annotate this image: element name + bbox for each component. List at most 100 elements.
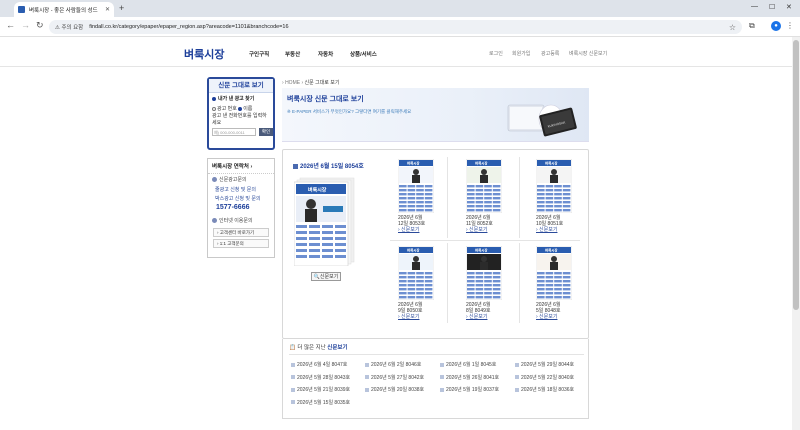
issue-thumbnail[interactable]: 벼룩시장: [465, 245, 503, 301]
browser-menu-icon[interactable]: ⋮: [786, 21, 794, 30]
my-ad-heading: 내가 낸 광고 찾기: [209, 96, 273, 103]
nav-cars[interactable]: 자동차: [318, 50, 333, 58]
issue-view-link[interactable]: › 신문보기: [398, 314, 438, 320]
archive-item[interactable]: 2026년 5월 19일 8037호: [440, 386, 499, 393]
login-link[interactable]: 로그인: [489, 50, 503, 57]
site-logo[interactable]: 벼룩시장: [184, 46, 224, 62]
masthead-text: 벼룩시장: [308, 187, 327, 194]
extensions-icon[interactable]: ⧉: [749, 21, 755, 31]
breadcrumb-home[interactable]: HOME: [285, 80, 300, 86]
ad-register-link[interactable]: 광고등록: [541, 50, 559, 57]
archive-item[interactable]: 2026년 6월 2일 8046호: [365, 361, 421, 368]
minimize-icon[interactable]: —: [751, 3, 758, 10]
radio-ad-label: 광고 번호: [217, 106, 237, 112]
archive-item[interactable]: 2026년 6월 1일 8045호: [440, 361, 496, 368]
archive-item[interactable]: 2026년 5월 27일 8042호: [365, 374, 424, 381]
radio-ad-number[interactable]: [212, 106, 216, 111]
view-newspaper-button[interactable]: 🔍신문보기: [311, 272, 341, 281]
archive-bullet-icon: [515, 375, 519, 380]
archive-item[interactable]: 2026년 5월 20일 8038호: [365, 386, 424, 393]
archive-bullet-icon: [515, 387, 519, 392]
issue-thumbnail[interactable]: 벼룩시장: [465, 158, 503, 214]
archive-item[interactable]: 2026년 6월 4일 8047호: [291, 361, 347, 368]
issue-thumbnail[interactable]: 벼룩시장: [397, 245, 435, 301]
issue-view-link[interactable]: › 신문보기: [536, 227, 576, 233]
browser-tab[interactable]: 벼룩시장 - 좋은 사람들의 성드 ✕: [14, 2, 114, 17]
nav-divider: [0, 66, 792, 67]
archive-title-link[interactable]: 신문보기: [327, 345, 347, 351]
archive-item[interactable]: 2026년 5월 26일 8041호: [440, 374, 499, 381]
tab-close-icon[interactable]: ✕: [105, 6, 110, 13]
nav-jobs[interactable]: 구인구직: [249, 50, 269, 58]
window-close-icon[interactable]: ✕: [786, 3, 792, 11]
archive-item[interactable]: 2026년 5월 18일 8036호: [515, 386, 574, 393]
bullet-icon: [212, 96, 216, 101]
archive-heading: 📋 더 많은 지난 신문보기: [289, 345, 348, 351]
issue-view-link[interactable]: › 신문보기: [536, 314, 576, 320]
svg-text:벼룩시장: 벼룩시장: [407, 161, 420, 166]
security-warning-icon[interactable]: ⚠ 주의 요함: [55, 23, 83, 31]
back-arrow-icon[interactable]: ←: [6, 20, 15, 30]
archive-item-label: 2026년 6월 1일 8045호: [446, 362, 497, 368]
issue-view-link[interactable]: › 신문보기: [466, 227, 506, 233]
archive-item[interactable]: 2026년 5월 15일 8035호: [291, 399, 350, 406]
maximize-icon[interactable]: ☐: [769, 3, 775, 11]
breadcrumb: › HOME › 신문 그대로 보기: [282, 80, 340, 86]
svg-text:벼룩시장: 벼룩시장: [407, 248, 420, 253]
issue-view-link[interactable]: › 신문보기: [466, 314, 506, 320]
epaper-link[interactable]: 벼룩시장 신문보기: [569, 50, 607, 57]
banner-help-link[interactable]: ※ E-PAPER 서비스가 무엇인가요? 그렇다면 여기를 클릭해주세요: [287, 109, 411, 115]
issue-thumbnail[interactable]: 벼룩시장: [397, 158, 435, 214]
issue-view-link[interactable]: › 신문보기: [398, 227, 438, 233]
tab-title: 벼룩시장 - 좋은 사람들의 성드: [29, 7, 98, 14]
bookmark-star-icon[interactable]: ☆: [729, 23, 736, 32]
instruction-text: 광고 낸 전화번호를 입력하세요: [212, 113, 267, 126]
forward-arrow-icon[interactable]: →: [21, 20, 30, 30]
phone-input[interactable]: 예) 000-000-0011: [212, 128, 256, 136]
archive-bullet-icon: [291, 387, 295, 392]
archive-item-label: 2026년 5월 15일 8035호: [297, 399, 351, 406]
nav-goods[interactable]: 상품/서비스: [350, 50, 377, 58]
line-ad-link[interactable]: 줄광고 신청 및 문의: [208, 185, 274, 194]
devices-illustration: KUKIHOGAK: [507, 104, 577, 137]
reload-icon[interactable]: ↻: [36, 20, 44, 31]
print-ad-title: 신문광고문의: [219, 177, 247, 183]
print-ad-heading: 신문광고문의: [208, 174, 274, 185]
internet-icon: [212, 218, 217, 224]
grid-divider: [519, 157, 520, 238]
archive-item[interactable]: 2026년 5월 22일 8040호: [515, 374, 574, 381]
url-bar[interactable]: ⚠ 주의 요함 findall.co.kr/category/epaper/ep…: [49, 20, 742, 34]
qna-button[interactable]: › 1:1 고객문의: [213, 239, 269, 248]
issue-thumbnail[interactable]: 벼룩시장: [535, 158, 573, 214]
archive-item[interactable]: 2026년 5월 21일 8039호: [291, 386, 350, 393]
issue-card[interactable]: 벼룩시장 2026년 6월 9일 8050호 › 신문보기: [397, 245, 438, 320]
issue-thumbnail[interactable]: 벼룩시장: [535, 245, 573, 301]
new-tab-plus-icon[interactable]: +: [119, 3, 124, 13]
archive-divider: [289, 354, 584, 355]
profile-avatar[interactable]: ●: [771, 21, 781, 31]
box-ad-link[interactable]: 박스광고 신청 및 문의: [208, 194, 274, 203]
nav-realestate[interactable]: 부동산: [285, 50, 300, 58]
issue-card[interactable]: 벼룩시장 2026년 6월 12일 8053호 › 신문보기: [397, 158, 438, 233]
archive-bullet-icon: [365, 387, 369, 392]
internet-heading: 인터넷 이용문의: [208, 215, 274, 226]
customer-center-button[interactable]: › 고객센터 바로가기: [213, 228, 269, 237]
contact-phone: 1577-6666: [216, 204, 250, 211]
issue-card[interactable]: 벼룩시장 2026년 6월 10일 8051호 › 신문보기: [535, 158, 576, 233]
scrollbar-thumb[interactable]: [793, 40, 799, 310]
radio-name[interactable]: [238, 106, 243, 111]
issue-card[interactable]: 벼룩시장 2026년 6월 5일 8048호 › 신문보기: [535, 245, 576, 320]
current-issue-text: 2026년 6월 15일 8054호: [300, 164, 364, 170]
grid-divider: [390, 240, 580, 241]
security-label: 주의 요함: [61, 25, 84, 31]
archive-item[interactable]: 2026년 5월 29일 8044호: [515, 361, 574, 368]
current-newspaper-thumbnail[interactable]: 벼룩시장: [294, 176, 356, 266]
signup-link[interactable]: 회원가입: [512, 50, 530, 57]
issue-card[interactable]: 벼룩시장 2026년 6월 11일 8052호 › 신문보기: [465, 158, 506, 233]
archive-item-label: 2026년 5월 22일 8040호: [521, 374, 575, 381]
issue-card[interactable]: 벼룩시장 2026년 6월 8일 8049호 › 신문보기: [465, 245, 506, 320]
archive-item[interactable]: 2026년 5월 28일 8043호: [291, 374, 350, 381]
contact-title-text: 벼룩시장 연락처: [212, 164, 249, 170]
radio-name-label: 이름: [243, 106, 253, 112]
confirm-button[interactable]: 확인: [259, 128, 273, 136]
